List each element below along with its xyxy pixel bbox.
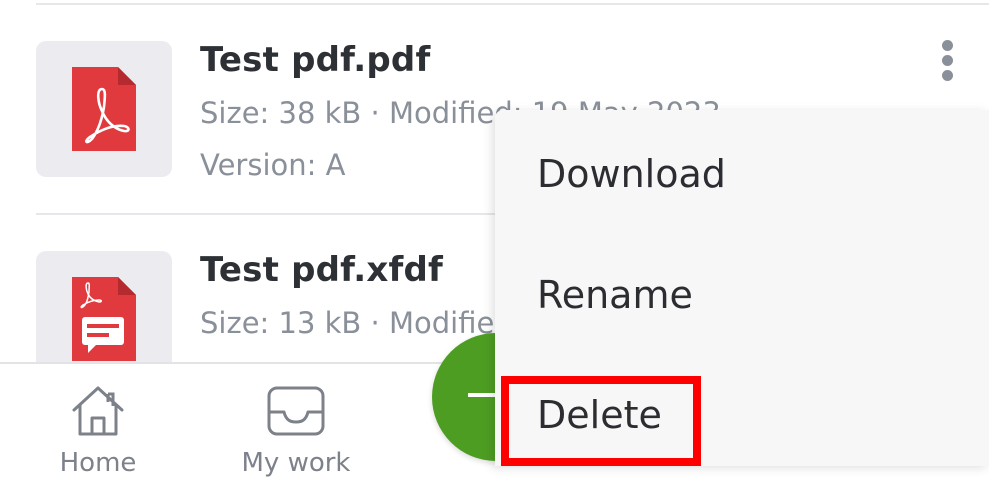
file-thumbnail: [36, 41, 172, 177]
pdf-file-icon: [72, 67, 136, 151]
nav-item-my-work[interactable]: My work: [226, 384, 366, 478]
delete-highlight-box: [501, 376, 701, 466]
file-version: Version: A: [200, 148, 346, 182]
nav-label-home: Home: [59, 448, 137, 478]
nav-item-home[interactable]: Home: [28, 384, 168, 478]
home-icon: [72, 386, 124, 436]
menu-item-download[interactable]: Download: [537, 152, 726, 196]
xfdf-file-icon: [72, 277, 136, 361]
more-options-icon[interactable]: [936, 40, 960, 82]
menu-item-rename[interactable]: Rename: [537, 273, 693, 317]
file-name: Test pdf.xfdf: [200, 250, 444, 290]
list-divider-top: [36, 3, 989, 5]
inbox-tray-icon: [267, 386, 325, 436]
file-size-modified: Size: 13 kB · Modified: [200, 306, 513, 340]
file-name: Test pdf.pdf: [200, 40, 431, 80]
nav-label-my-work: My work: [241, 448, 351, 478]
